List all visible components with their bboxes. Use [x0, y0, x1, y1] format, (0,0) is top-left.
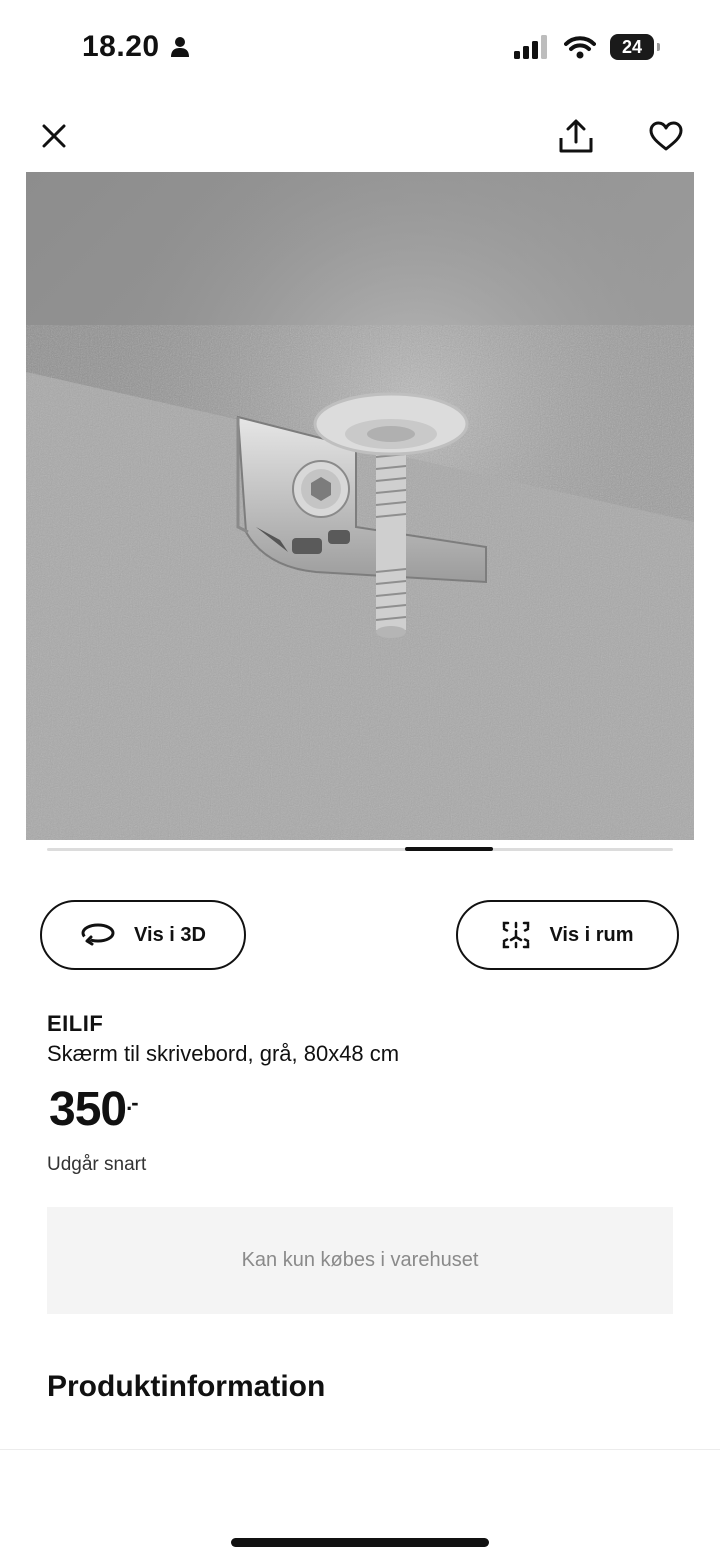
ar-cube-icon [503, 921, 530, 949]
share-icon [559, 119, 593, 153]
status-time-text: 18.20 [82, 30, 160, 63]
share-button[interactable] [554, 114, 598, 158]
status-time: 18.20 [82, 30, 190, 64]
price-suffix: .- [126, 1090, 138, 1115]
divider [0, 1449, 720, 1450]
heart-icon [649, 121, 683, 151]
product-image[interactable] [26, 172, 694, 840]
close-icon [42, 124, 66, 148]
carousel-active-indicator [405, 847, 493, 851]
view-in-room-label: Vis i rum [549, 923, 634, 946]
carousel-progress[interactable] [47, 847, 673, 851]
view-in-room-button[interactable]: Vis i rum [456, 900, 679, 970]
store-only-notice: Kan kun købes i varehuset [47, 1207, 673, 1314]
favorite-button[interactable] [644, 114, 688, 158]
view-3d-button[interactable]: Vis i 3D [40, 900, 246, 970]
rotate-3d-icon [81, 923, 115, 948]
product-photo-clamp [26, 172, 694, 840]
store-only-label: Kan kun købes i varehuset [241, 1249, 479, 1271]
battery-level: 24 [621, 36, 643, 57]
close-button[interactable] [34, 116, 74, 156]
home-indicator[interactable] [231, 1538, 489, 1547]
availability-note: Udgår snart [47, 1154, 147, 1175]
product-price: 350 .- [49, 1082, 139, 1137]
person-icon [170, 37, 189, 57]
view-3d-label: Vis i 3D [134, 923, 206, 946]
product-info-heading[interactable]: Produktinformation [47, 1370, 325, 1404]
wifi-icon [564, 36, 596, 59]
product-name: EILIF [47, 1011, 104, 1036]
status-indicators: 24 [514, 34, 660, 60]
signal-icon [514, 35, 547, 59]
product-description: Skærm til skrivebord, grå, 80x48 cm [47, 1041, 400, 1066]
battery-indicator: 24 [610, 34, 660, 60]
price-value: 350 [49, 1083, 127, 1136]
